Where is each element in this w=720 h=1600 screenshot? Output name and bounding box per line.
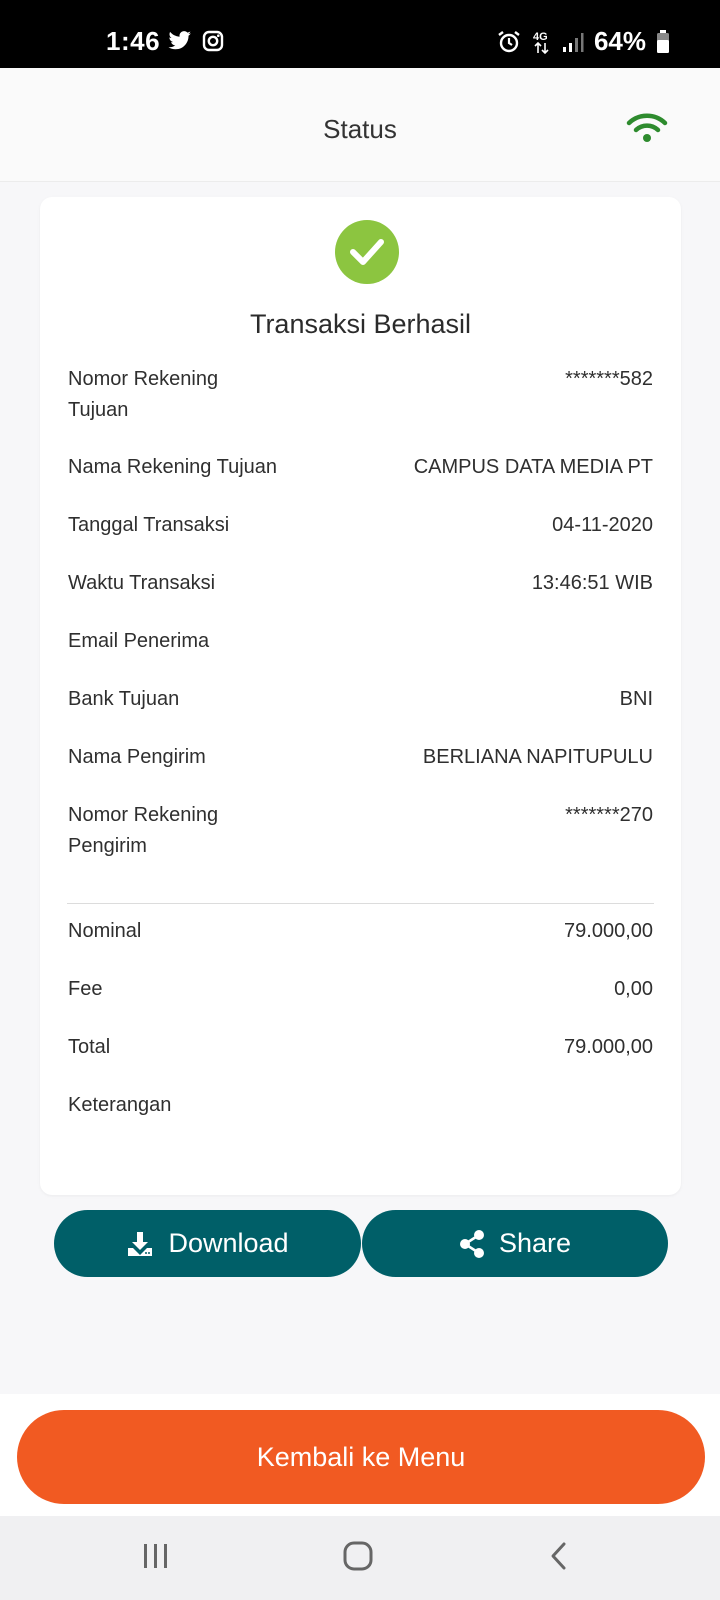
alarm-icon bbox=[496, 29, 522, 55]
detail-label: Waktu Transaksi bbox=[68, 572, 216, 594]
share-icon bbox=[459, 1229, 485, 1258]
amount-label: Nominal bbox=[68, 920, 142, 942]
download-label: Download bbox=[168, 1228, 289, 1258]
4g-icon: 4G bbox=[532, 29, 552, 55]
detail-label: Email Penerima bbox=[68, 630, 210, 652]
transaction-status-title: Transaksi Berhasil bbox=[249, 309, 472, 339]
detail-value: 04-11-2020 bbox=[552, 514, 653, 536]
amount-label: Total bbox=[68, 1036, 111, 1058]
status-bar: 1:46 4G 64% bbox=[0, 0, 720, 68]
amount-label: Keterangan bbox=[68, 1094, 172, 1116]
detail-label: Nomor Rekening Pengirim bbox=[68, 804, 219, 857]
detail-value: *******582 bbox=[565, 368, 653, 390]
bottom-panel: Kembali ke Menu bbox=[0, 1394, 720, 1516]
detail-label: Nama Rekening Tujuan bbox=[68, 456, 278, 478]
detail-value: CAMPUS DATA MEDIA PT bbox=[413, 456, 653, 478]
signal-icon bbox=[562, 31, 584, 53]
instagram-icon bbox=[202, 30, 224, 52]
back-to-menu-button[interactable]: Kembali ke Menu bbox=[17, 1410, 705, 1504]
app-bar: Status bbox=[0, 68, 720, 182]
detail-label: Bank Tujuan bbox=[68, 688, 180, 710]
share-button[interactable]: Share bbox=[362, 1210, 668, 1277]
download-button[interactable]: Download bbox=[54, 1210, 361, 1277]
detail-value: 13:46:51 WIB bbox=[531, 572, 653, 594]
svg-text:4G: 4G bbox=[533, 31, 548, 43]
check-circle-icon bbox=[335, 220, 399, 284]
detail-value: BNI bbox=[619, 688, 653, 710]
battery-icon bbox=[656, 29, 670, 54]
page-title: Status bbox=[323, 114, 397, 144]
detail-value: *******270 bbox=[565, 804, 653, 826]
amount-value: 79.000,00 bbox=[564, 920, 653, 942]
back-icon[interactable] bbox=[548, 1540, 570, 1577]
amount-value: 79.000,00 bbox=[564, 1036, 653, 1058]
home-icon[interactable] bbox=[342, 1540, 374, 1577]
receipt-card: Transaksi Berhasil Nomor Rekening Tujuan… bbox=[40, 197, 681, 1195]
detail-label: Nama Pengirim bbox=[68, 746, 206, 768]
detail-value: BERLIANA NAPITUPULU bbox=[422, 746, 653, 768]
status-time: 1:46 bbox=[106, 26, 161, 56]
twitter-icon bbox=[168, 31, 192, 51]
recent-apps-icon[interactable] bbox=[142, 1540, 170, 1577]
battery-level: 64% bbox=[593, 26, 646, 56]
detail-label: Nomor Rekening Tujuan bbox=[68, 368, 219, 421]
system-nav-bar bbox=[0, 1516, 720, 1600]
amount-label: Fee bbox=[68, 978, 103, 1000]
detail-label: Tanggal Transaksi bbox=[68, 514, 230, 536]
amount-value: 0,00 bbox=[614, 978, 653, 1000]
download-icon bbox=[126, 1230, 154, 1258]
wifi-icon bbox=[626, 112, 668, 149]
share-label: Share bbox=[498, 1228, 572, 1258]
divider bbox=[67, 903, 654, 904]
